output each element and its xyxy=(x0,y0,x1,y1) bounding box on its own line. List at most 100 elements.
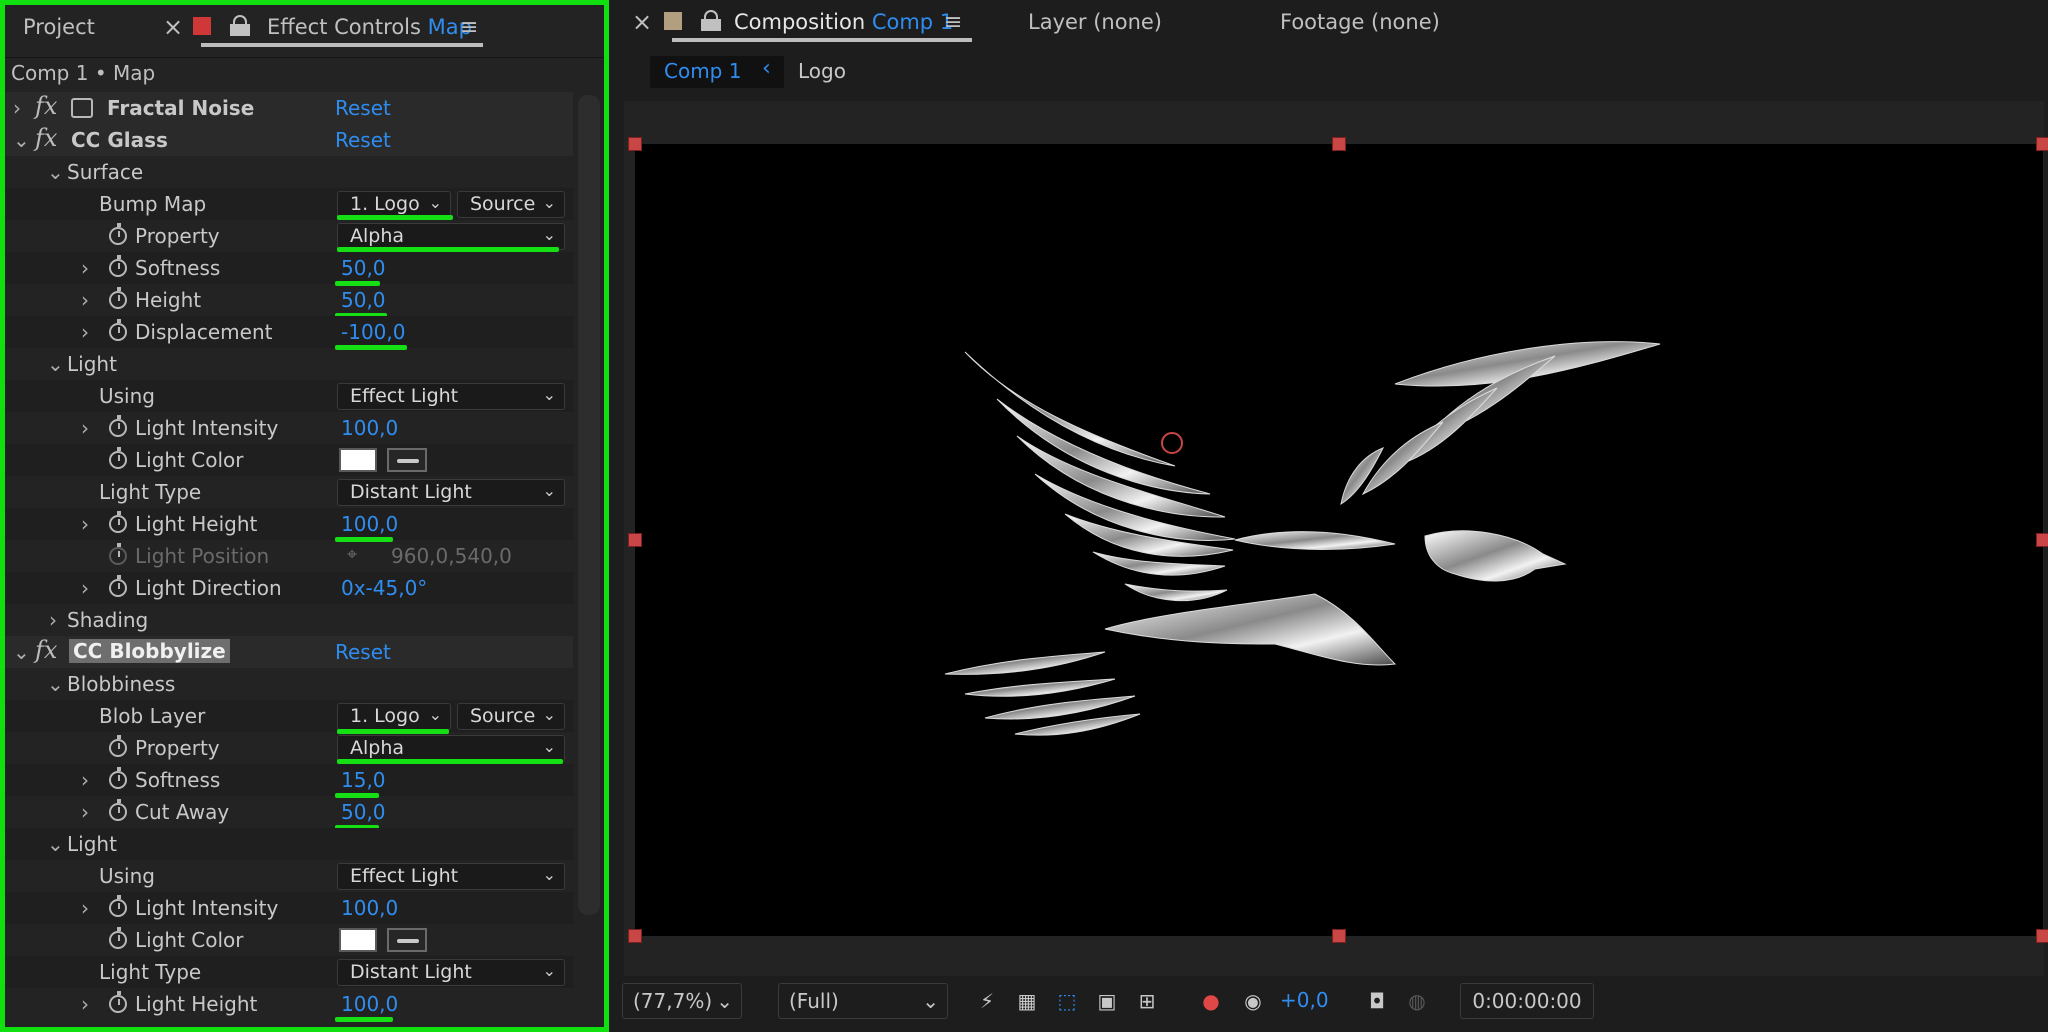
blob-using-dropdown[interactable]: Effect Light ⌄ xyxy=(337,863,565,890)
chevron-right-icon[interactable]: › xyxy=(81,768,89,792)
close-icon[interactable]: × xyxy=(163,13,183,41)
chevron-right-icon[interactable]: › xyxy=(81,992,89,1016)
chevron-right-icon[interactable]: › xyxy=(49,608,57,632)
chevron-right-icon[interactable]: › xyxy=(13,96,21,120)
chevron-down-icon[interactable]: ⌄ xyxy=(47,352,64,376)
chevron-right-icon[interactable]: › xyxy=(81,800,89,824)
blob-light-type-dropdown[interactable]: Distant Light ⌄ xyxy=(337,959,565,986)
zoom-dropdown[interactable]: (77,7%) ⌄ xyxy=(622,983,742,1019)
blob-property-dropdown[interactable]: Alpha ⌄ xyxy=(337,735,565,762)
stopwatch-icon[interactable] xyxy=(109,447,127,469)
reset-link[interactable]: Reset xyxy=(335,640,391,664)
transform-handle[interactable] xyxy=(2036,533,2048,547)
light-direction-value[interactable]: 0x-45,0° xyxy=(341,576,427,600)
anchor-point-icon[interactable] xyxy=(1161,432,1183,454)
stopwatch-icon[interactable] xyxy=(109,799,127,821)
effect-row-fractal-noise[interactable]: › fx Fractal Noise Reset xyxy=(5,92,573,124)
chevron-right-icon[interactable]: › xyxy=(81,416,89,440)
chevron-down-icon[interactable]: ⌄ xyxy=(47,672,64,696)
mask-visibility-icon[interactable]: ⬚ xyxy=(1054,989,1080,1013)
chevron-right-icon[interactable]: › xyxy=(81,320,89,344)
group-shading[interactable]: › Shading xyxy=(5,604,573,636)
scrollbar[interactable] xyxy=(578,95,600,915)
resolution-dropdown[interactable]: (Full) ⌄ xyxy=(778,983,948,1019)
stopwatch-icon[interactable] xyxy=(109,319,127,341)
bump-map-source-dropdown[interactable]: Source ⌄ xyxy=(457,191,565,218)
effect-row-cc-glass[interactable]: ⌄ fx CC Glass Reset xyxy=(5,124,573,156)
stopwatch-icon[interactable] xyxy=(109,927,127,949)
tab-footage[interactable]: Footage (none) xyxy=(1280,10,1440,34)
transform-handle[interactable] xyxy=(2036,929,2048,943)
tab-project[interactable]: Project xyxy=(23,15,95,39)
stopwatch-icon[interactable] xyxy=(109,255,127,277)
chevron-down-icon[interactable]: ⌄ xyxy=(13,640,30,664)
show-snapshot-icon[interactable]: ◍ xyxy=(1404,989,1430,1013)
breadcrumb-comp[interactable]: Comp 1 ‹ xyxy=(650,56,784,88)
stopwatch-icon[interactable] xyxy=(109,895,127,917)
stopwatch-icon[interactable] xyxy=(109,287,127,309)
channels-icon[interactable]: ● xyxy=(1198,989,1224,1013)
fx-icon[interactable]: fx xyxy=(35,92,57,120)
fx-icon[interactable]: fx xyxy=(35,636,57,664)
fast-preview-icon[interactable]: ⚡ xyxy=(974,989,1000,1013)
close-icon[interactable]: × xyxy=(632,8,652,36)
panel-menu-icon[interactable]: ≡ xyxy=(460,15,478,40)
stopwatch-icon[interactable] xyxy=(109,767,127,789)
light-color-swatch[interactable] xyxy=(339,448,377,472)
chevron-down-icon[interactable]: ⌄ xyxy=(47,832,64,856)
tab-effect-controls[interactable]: Effect Controls Map xyxy=(267,15,472,39)
property-dropdown[interactable]: Alpha ⌄ xyxy=(337,223,565,250)
height-value[interactable]: 50,0 xyxy=(341,288,386,312)
transform-handle[interactable] xyxy=(1332,137,1346,151)
reset-link[interactable]: Reset xyxy=(335,96,391,120)
chevron-down-icon[interactable]: ⌄ xyxy=(13,128,30,152)
transform-handle[interactable] xyxy=(1332,929,1346,943)
blob-light-color-swatch[interactable] xyxy=(339,928,377,952)
timecode-field[interactable]: 0:00:00:00 xyxy=(1460,983,1594,1019)
stopwatch-icon[interactable] xyxy=(109,991,127,1013)
chevron-right-icon[interactable]: › xyxy=(81,288,89,312)
transform-handle[interactable] xyxy=(628,137,642,151)
tab-layer[interactable]: Layer (none) xyxy=(1028,10,1162,34)
effect-row-cc-blobbylize[interactable]: ⌄ fx CC Blobbylize Reset xyxy=(5,636,573,668)
blob-source-dropdown[interactable]: Source ⌄ xyxy=(457,703,565,730)
composition-viewer[interactable] xyxy=(624,101,2048,976)
stopwatch-icon[interactable] xyxy=(109,415,127,437)
blob-light-intensity-value[interactable]: 100,0 xyxy=(341,896,398,920)
cut-away-value[interactable]: 50,0 xyxy=(341,800,386,824)
color-management-icon[interactable]: ◉ xyxy=(1240,989,1266,1013)
stopwatch-icon[interactable] xyxy=(109,223,127,245)
grid-guides-icon[interactable]: ⊞ xyxy=(1134,989,1160,1013)
transform-handle[interactable] xyxy=(628,929,642,943)
transparency-grid-icon[interactable]: ▦ xyxy=(1014,989,1040,1013)
light-intensity-value[interactable]: 100,0 xyxy=(341,416,398,440)
chevron-right-icon[interactable]: › xyxy=(81,896,89,920)
chevron-right-icon[interactable]: › xyxy=(81,576,89,600)
stopwatch-icon[interactable] xyxy=(109,511,127,533)
bump-map-layer-dropdown[interactable]: 1. Logo ⌄ xyxy=(337,191,451,218)
displacement-value[interactable]: -100,0 xyxy=(341,320,405,344)
breadcrumb-logo[interactable]: Logo xyxy=(798,59,846,83)
exposure-value[interactable]: +0,0 xyxy=(1280,988,1329,1012)
transform-handle[interactable] xyxy=(628,533,642,547)
group-blob-light[interactable]: ⌄ Light xyxy=(5,828,573,860)
chevron-right-icon[interactable]: › xyxy=(81,512,89,536)
group-surface[interactable]: ⌄ Surface xyxy=(5,156,573,188)
eyedropper-icon[interactable] xyxy=(387,928,427,952)
stopwatch-icon[interactable] xyxy=(109,735,127,757)
blob-softness-value[interactable]: 15,0 xyxy=(341,768,386,792)
eyedropper-icon[interactable] xyxy=(387,448,427,472)
blob-layer-dropdown[interactable]: 1. Logo ⌄ xyxy=(337,703,451,730)
tab-composition[interactable]: Composition Comp 1 xyxy=(734,10,953,34)
chevron-down-icon[interactable]: ⌄ xyxy=(47,160,64,184)
group-blobbiness[interactable]: ⌄ Blobbiness xyxy=(5,668,573,700)
blob-light-height-value[interactable]: 100,0 xyxy=(341,992,398,1016)
chevron-right-icon[interactable]: › xyxy=(81,256,89,280)
transform-handle[interactable] xyxy=(2036,137,2048,151)
softness-value[interactable]: 50,0 xyxy=(341,256,386,280)
composition-canvas[interactable] xyxy=(635,144,2043,936)
using-dropdown[interactable]: Effect Light ⌄ xyxy=(337,383,565,410)
region-of-interest-icon[interactable]: ▣ xyxy=(1094,989,1120,1013)
reset-link[interactable]: Reset xyxy=(335,128,391,152)
light-type-dropdown[interactable]: Distant Light ⌄ xyxy=(337,479,565,506)
